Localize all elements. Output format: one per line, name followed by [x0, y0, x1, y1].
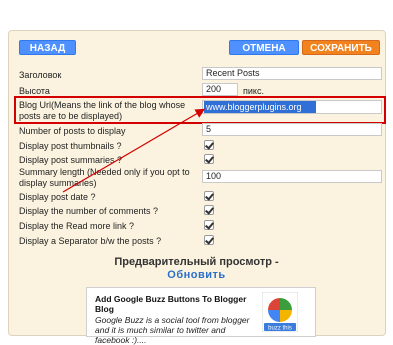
preview-post-title[interactable]: Add Google Buzz Buttons To Blogger Blog: [95, 294, 255, 314]
num-posts-input[interactable]: 5: [202, 123, 382, 136]
back-button[interactable]: НАЗАД: [19, 40, 76, 55]
save-button[interactable]: СОХРАНИТЬ: [302, 40, 380, 55]
google-buzz-logo-icon: buzz this: [262, 292, 298, 332]
title-input[interactable]: Recent Posts: [202, 67, 382, 80]
height-label: Высота: [19, 86, 50, 96]
post-date-checkbox[interactable]: [204, 191, 214, 201]
summaries-checkbox[interactable]: [204, 154, 214, 164]
preview-post-summary: Google Buzz is a social tool from blogge…: [95, 315, 250, 345]
height-input[interactable]: 200: [202, 83, 238, 96]
height-unit: пикс.: [243, 86, 264, 96]
cancel-button[interactable]: ОТМЕНА: [229, 40, 299, 55]
summaries-label: Display post summaries ?: [19, 155, 123, 165]
read-more-label: Display the Read more link ?: [19, 221, 135, 231]
buzz-this-label: buzz this: [268, 326, 292, 332]
post-date-label: Display post date ?: [19, 192, 96, 202]
comments-label: Display the number of comments ?: [19, 206, 159, 216]
title-label: Заголовок: [19, 70, 62, 80]
thumbnails-checkbox[interactable]: [204, 140, 214, 150]
summary-length-label: Summary length (Needed only if you opt t…: [19, 167, 190, 188]
thumbnails-label: Display post thumbnails ?: [19, 141, 122, 151]
separator-checkbox[interactable]: [204, 235, 214, 245]
blog-url-value: www.bloggerplugins.org: [204, 101, 316, 113]
separator-label: Display a Separator b/w the posts ?: [19, 236, 162, 246]
read-more-checkbox[interactable]: [204, 220, 214, 230]
summary-length-input[interactable]: 100: [202, 170, 382, 183]
comments-checkbox[interactable]: [204, 205, 214, 215]
num-posts-label: Number of posts to display: [19, 126, 126, 136]
preview-title: Предварительный просмотр -: [114, 256, 279, 268]
blog-url-label: Blog Url(Means the link of the blog whos…: [19, 100, 186, 121]
refresh-link[interactable]: Обновить: [0, 269, 393, 281]
